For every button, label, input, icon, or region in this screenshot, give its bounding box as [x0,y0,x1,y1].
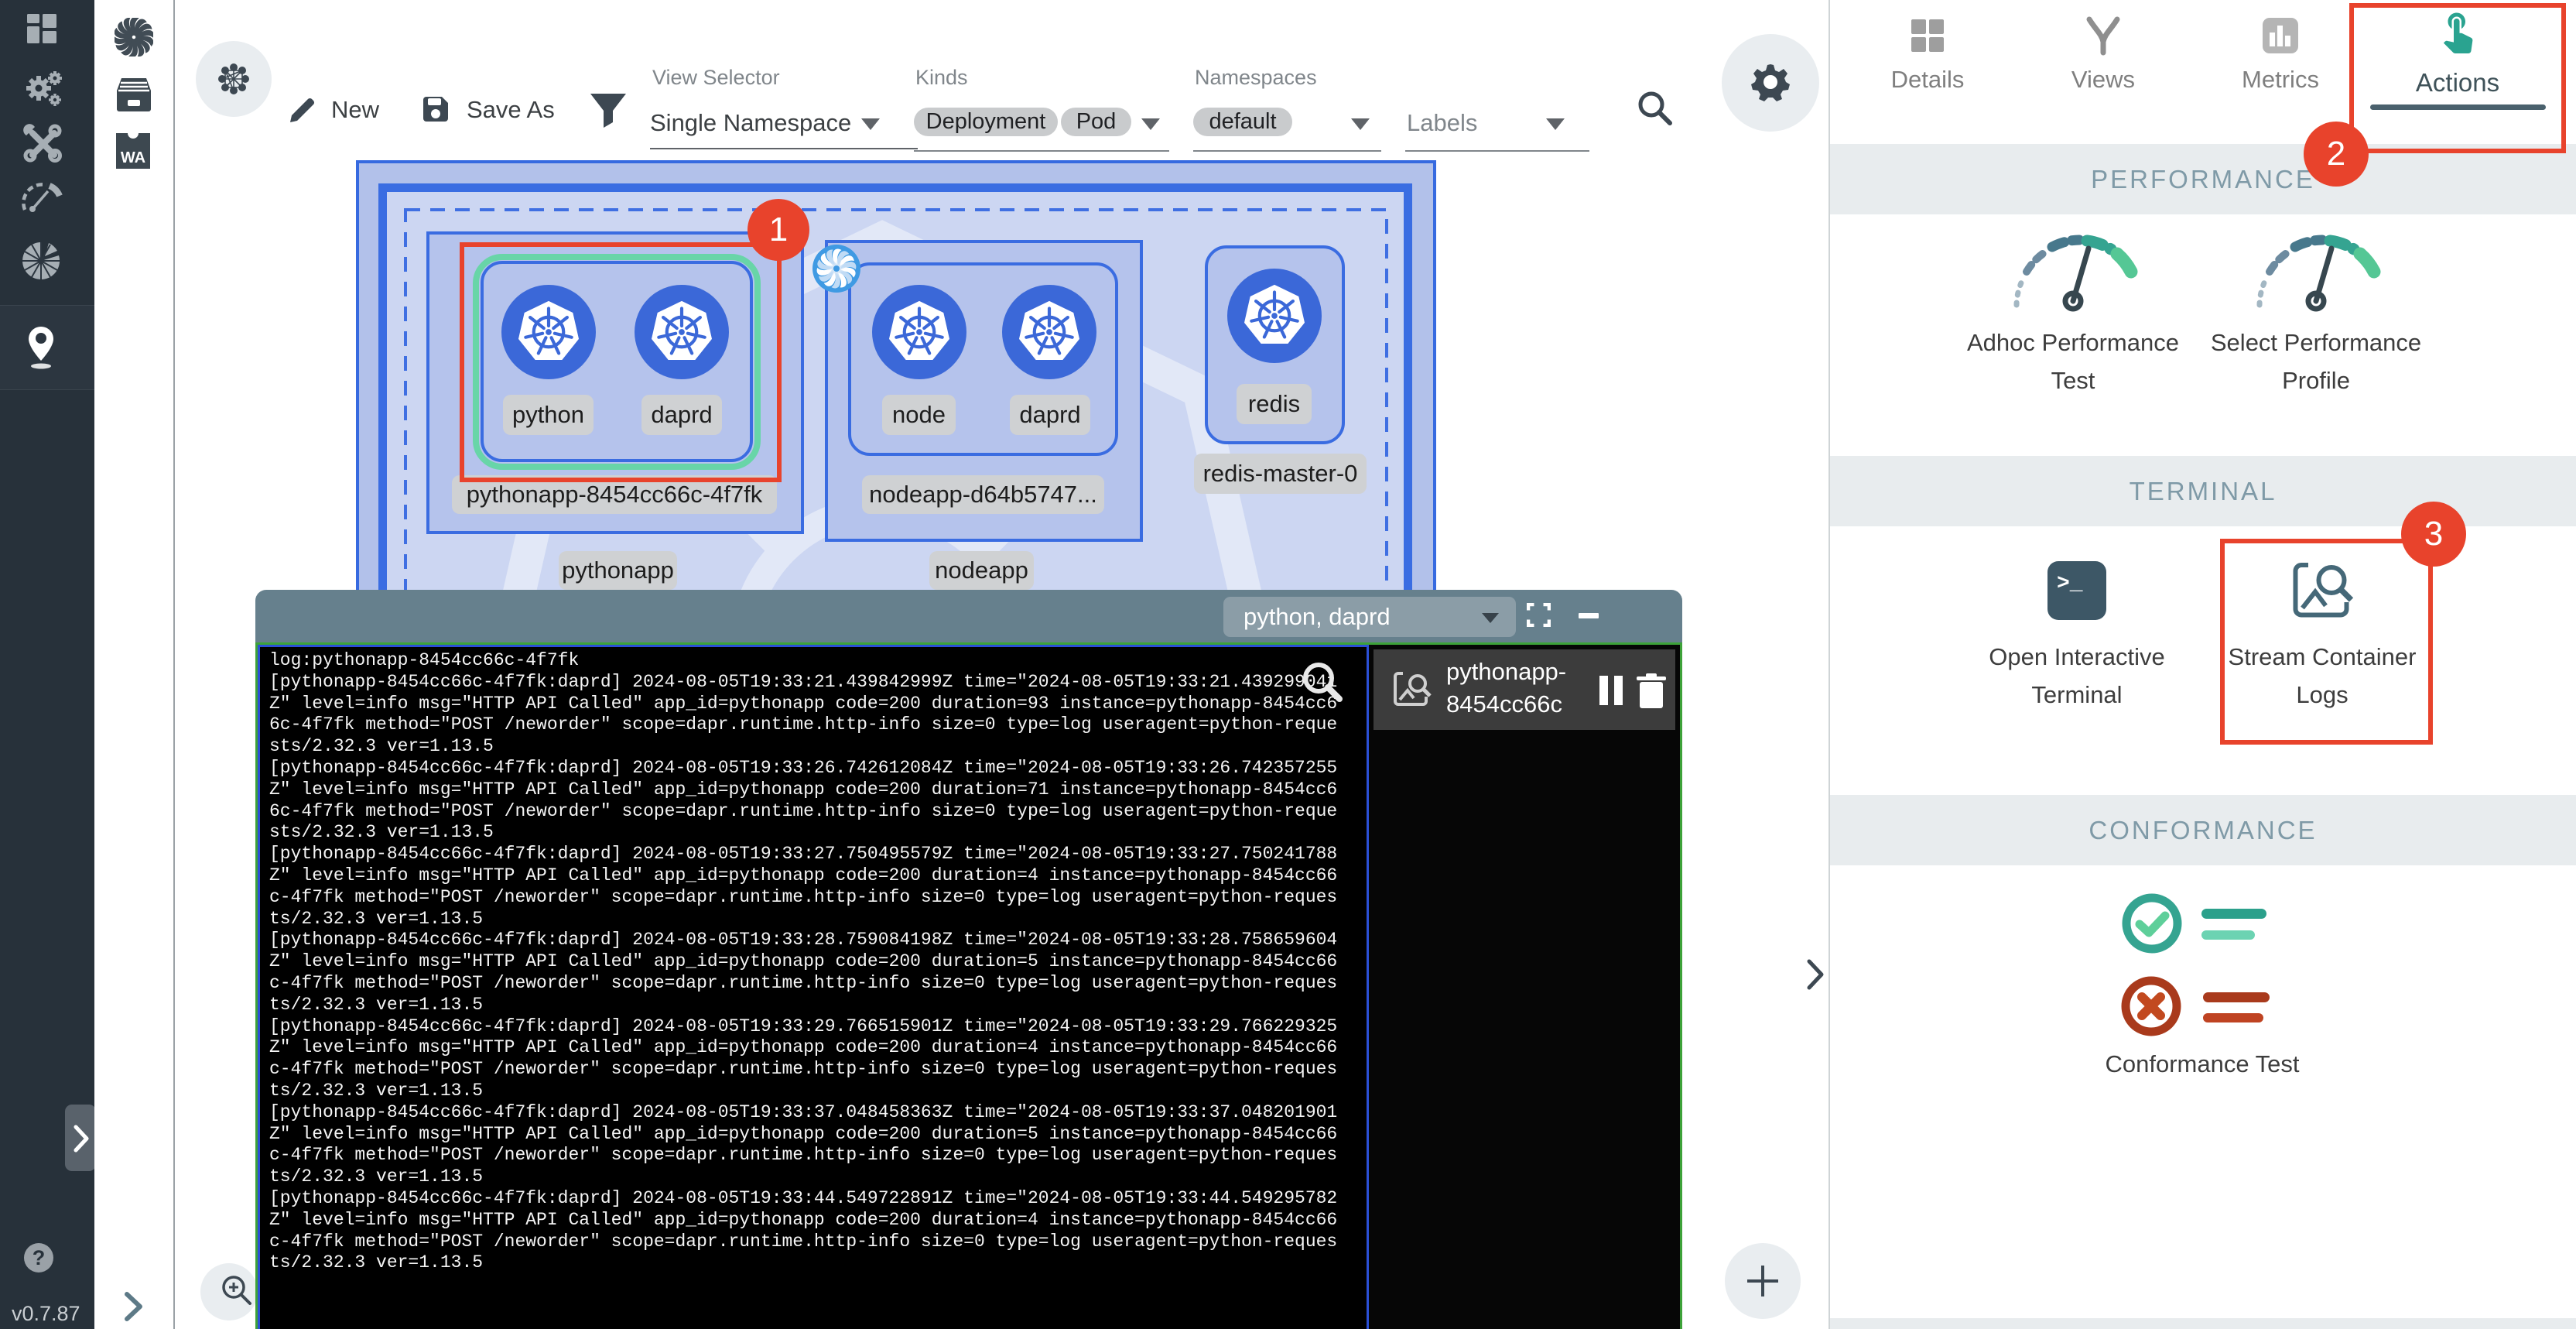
svg-text:?: ? [32,1246,46,1269]
svg-text:WA: WA [121,149,145,166]
